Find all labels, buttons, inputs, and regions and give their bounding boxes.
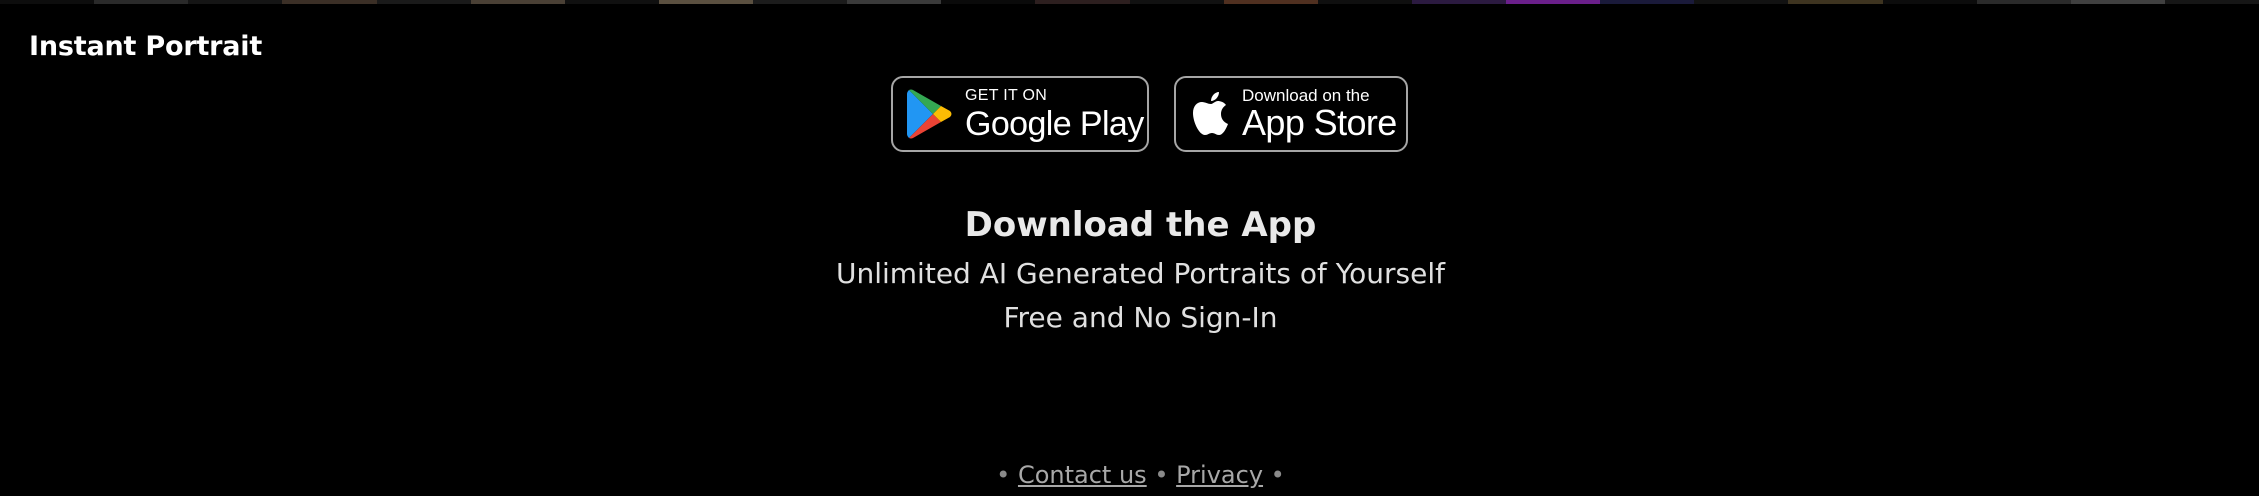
store-badges: GET IT ON Google Play Download on the Ap… [891, 76, 1408, 152]
tagline-line-1: Unlimited AI Generated Portraits of Your… [835, 257, 1446, 290]
strip-segment [564, 0, 659, 4]
top-image-strip [0, 0, 2259, 4]
strip-segment [2164, 0, 2259, 4]
strip-segment [1411, 0, 1506, 4]
app-store-badge[interactable]: Download on the App Store [1174, 76, 1408, 152]
strip-segment [1788, 0, 1883, 4]
strip-segment [94, 0, 189, 4]
google-play-badge[interactable]: GET IT ON Google Play [891, 76, 1149, 152]
strip-segment [1976, 0, 2071, 4]
strip-segment [1600, 0, 1695, 4]
privacy-link[interactable]: Privacy [1176, 461, 1263, 489]
strip-segment [1035, 0, 1130, 4]
strip-segment [753, 0, 848, 4]
footer-bullet: • [996, 461, 1011, 489]
apple-icon [1192, 91, 1230, 137]
brand-title[interactable]: Instant Portrait [29, 31, 262, 62]
strip-segment [470, 0, 565, 4]
tagline-line-2: Free and No Sign-In [1003, 301, 1278, 334]
google-play-big-text: Google Play [965, 104, 1144, 143]
strip-segment [658, 0, 753, 4]
footer-links: • Contact us • Privacy • [0, 461, 2259, 489]
google-play-icon [907, 88, 953, 140]
google-play-small-text: GET IT ON [965, 86, 1048, 104]
footer-bullet: • [1154, 461, 1169, 489]
strip-segment [941, 0, 1036, 4]
strip-segment [1223, 0, 1318, 4]
strip-segment [1317, 0, 1412, 4]
download-headline: Download the App [964, 205, 1317, 245]
strip-segment [1129, 0, 1224, 4]
strip-segment [1506, 0, 1601, 4]
strip-segment [188, 0, 283, 4]
strip-segment [847, 0, 942, 4]
strip-segment [1882, 0, 1977, 4]
footer-bullet: • [1270, 461, 1285, 489]
strip-segment [1694, 0, 1789, 4]
strip-segment [376, 0, 471, 4]
contact-us-link[interactable]: Contact us [1018, 461, 1147, 489]
strip-segment [0, 0, 95, 4]
app-store-big-text: App Store [1242, 102, 1397, 143]
strip-segment [282, 0, 377, 4]
strip-segment [2070, 0, 2165, 4]
